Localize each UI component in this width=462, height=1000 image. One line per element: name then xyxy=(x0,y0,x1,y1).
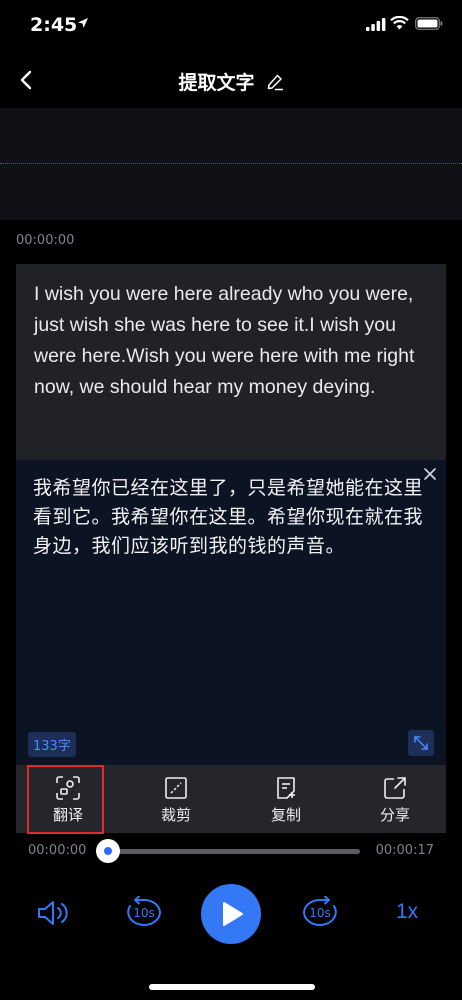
crop-label: 裁剪 xyxy=(160,806,191,824)
copy-document-icon xyxy=(277,777,295,799)
nav-bar: 提取文字 xyxy=(0,56,462,108)
status-bar: 2:45 xyxy=(0,0,462,54)
location-arrow-icon xyxy=(78,18,88,28)
char-count-badge: 133字 xyxy=(28,732,76,757)
rewind-label: 10s xyxy=(133,906,155,920)
status-time: 2:45 xyxy=(30,14,78,36)
forward-10s-button[interactable]: 10s xyxy=(298,895,342,932)
forward-label: 10s xyxy=(309,906,331,920)
playback-progress: 00:00:00 00:00:17 xyxy=(0,836,462,866)
play-icon xyxy=(223,902,243,926)
translate-button[interactable]: 翻译 xyxy=(28,765,108,833)
waveform-baseline xyxy=(0,163,462,164)
translation-card[interactable]: 我希望你已经在这里了，只是希望她能在这里看到它。我希望你在这里。希望你现在就在我… xyxy=(16,460,446,765)
edit-pencil-icon[interactable] xyxy=(266,73,284,91)
share-label: 分享 xyxy=(379,806,410,824)
battery-icon xyxy=(415,17,443,30)
progress-thumb[interactable] xyxy=(96,839,120,863)
page-title: 提取文字 xyxy=(178,72,255,94)
expand-button[interactable] xyxy=(408,730,434,756)
progress-track[interactable] xyxy=(108,849,360,854)
waveform-area[interactable] xyxy=(0,108,462,220)
copy-label: 复制 xyxy=(270,806,301,824)
action-toolbar: 翻译 裁剪 复制 分享 xyxy=(16,765,446,833)
share-button[interactable]: 分享 xyxy=(355,765,435,833)
original-text-card[interactable]: I wish you were here already who you wer… xyxy=(16,264,446,460)
translate-label: 翻译 xyxy=(52,806,83,824)
total-time: 00:00:17 xyxy=(375,843,434,858)
crop-icon xyxy=(165,777,187,799)
play-button[interactable] xyxy=(201,884,261,944)
expand-arrows-icon xyxy=(414,736,428,750)
signal-icon xyxy=(366,18,386,31)
playback-controls: 10s 10s 1x xyxy=(0,880,462,950)
waveform-time-marker: 00:00:00 xyxy=(16,233,75,248)
forward-icon: 10s xyxy=(302,895,337,927)
translated-text[interactable]: 我希望你已经在这里了，只是希望她能在这里看到它。我希望你在这里。希望你现在就在我… xyxy=(33,474,426,561)
rewind-icon: 10s xyxy=(127,895,162,927)
translate-scan-icon xyxy=(56,776,80,800)
screen: 2:45 提取文字 00:00:00 I wish you were here … xyxy=(0,0,462,1000)
original-text[interactable]: I wish you were here already who you wer… xyxy=(34,279,424,403)
nav-title-group: 提取文字 xyxy=(0,68,462,95)
crop-button[interactable]: 裁剪 xyxy=(136,765,216,833)
share-icon xyxy=(384,777,406,799)
rewind-10s-button[interactable]: 10s xyxy=(122,895,166,932)
volume-icon[interactable] xyxy=(36,898,72,928)
home-indicator xyxy=(149,984,315,990)
wifi-icon xyxy=(390,16,409,30)
playback-speed-button[interactable]: 1x xyxy=(396,900,418,924)
current-time: 00:00:00 xyxy=(28,843,87,858)
copy-button[interactable]: 复制 xyxy=(246,765,326,833)
